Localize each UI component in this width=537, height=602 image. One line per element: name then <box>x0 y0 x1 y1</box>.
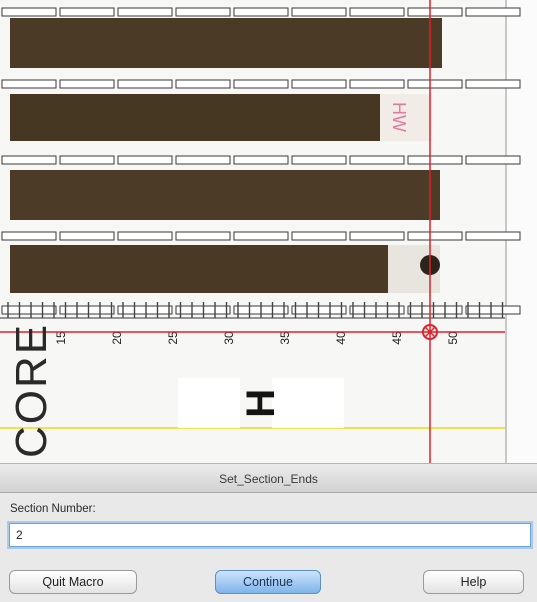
tray-divider <box>233 231 289 241</box>
tray-divider <box>175 79 231 89</box>
tray-divider <box>349 155 405 165</box>
tray-divider <box>117 305 173 315</box>
tray-divider <box>349 231 405 241</box>
tray-divider <box>1 155 57 165</box>
tray-divider <box>465 305 521 315</box>
scale-tick-label: 35 <box>278 331 292 345</box>
tray-divider <box>175 7 231 17</box>
tray-divider <box>59 231 115 241</box>
tray-divider <box>117 155 173 165</box>
tray-divider <box>407 155 463 165</box>
tray-divider <box>59 305 115 315</box>
tray-divider <box>233 79 289 89</box>
tray-divider <box>465 231 521 241</box>
tray-divider <box>117 7 173 17</box>
core-section-4 <box>10 245 388 293</box>
tray-divider <box>407 231 463 241</box>
continue-button[interactable]: Continue <box>215 570 321 594</box>
tray-divider <box>1 7 57 17</box>
core-section-1 <box>10 18 442 68</box>
tray-divider <box>349 305 405 315</box>
tray-divider <box>175 231 231 241</box>
tray-divider <box>233 7 289 17</box>
tray-divider <box>407 305 463 315</box>
tray-divider <box>117 79 173 89</box>
scale-tick-label: 20 <box>110 331 124 345</box>
dialog-title: Set_Section_Ends <box>219 472 318 486</box>
tray-divider <box>59 7 115 17</box>
help-button[interactable]: Help <box>423 570 524 594</box>
tray-divider <box>465 7 521 17</box>
tray-divider <box>291 79 347 89</box>
tray-divider <box>117 231 173 241</box>
tray-divider <box>175 155 231 165</box>
tray-divider <box>233 155 289 165</box>
tray-divider <box>1 79 57 89</box>
scale-tick-label: 50 <box>446 331 460 345</box>
tray-divider <box>59 155 115 165</box>
core-section-2 <box>10 94 380 141</box>
tray-divider <box>407 79 463 89</box>
tray-divider <box>1 231 57 241</box>
tray-divider <box>291 155 347 165</box>
tray-divider <box>291 231 347 241</box>
tray-divider <box>465 79 521 89</box>
section-number-label: Section Number: <box>10 503 96 515</box>
scale-tick-label: 25 <box>166 331 180 345</box>
quit-macro-button[interactable]: Quit Macro <box>9 570 137 594</box>
tray-divider <box>59 79 115 89</box>
core-image-view[interactable]: HW 15 20 25 30 35 40 45 50 4 H CORE Set_Section… <box>0 0 537 602</box>
marker-label: HW <box>389 102 409 132</box>
tray-divider <box>1 305 57 315</box>
dialog-title-bar[interactable]: Set_Section_Ends <box>0 463 537 493</box>
scale-tick-label: 15 <box>54 331 68 345</box>
core-label: CORE <box>7 323 56 458</box>
tray-divider <box>349 79 405 89</box>
scale-tick-label: 40 <box>334 331 348 345</box>
tray-divider <box>349 7 405 17</box>
scale-tick-label: 45 <box>390 331 404 345</box>
tray-divider <box>407 7 463 17</box>
core-section-3 <box>10 170 440 220</box>
section-number-input[interactable]: 2 <box>9 523 531 547</box>
tray-divider <box>465 155 521 165</box>
scale-tick-label: 30 <box>222 331 236 345</box>
tray-divider <box>291 7 347 17</box>
